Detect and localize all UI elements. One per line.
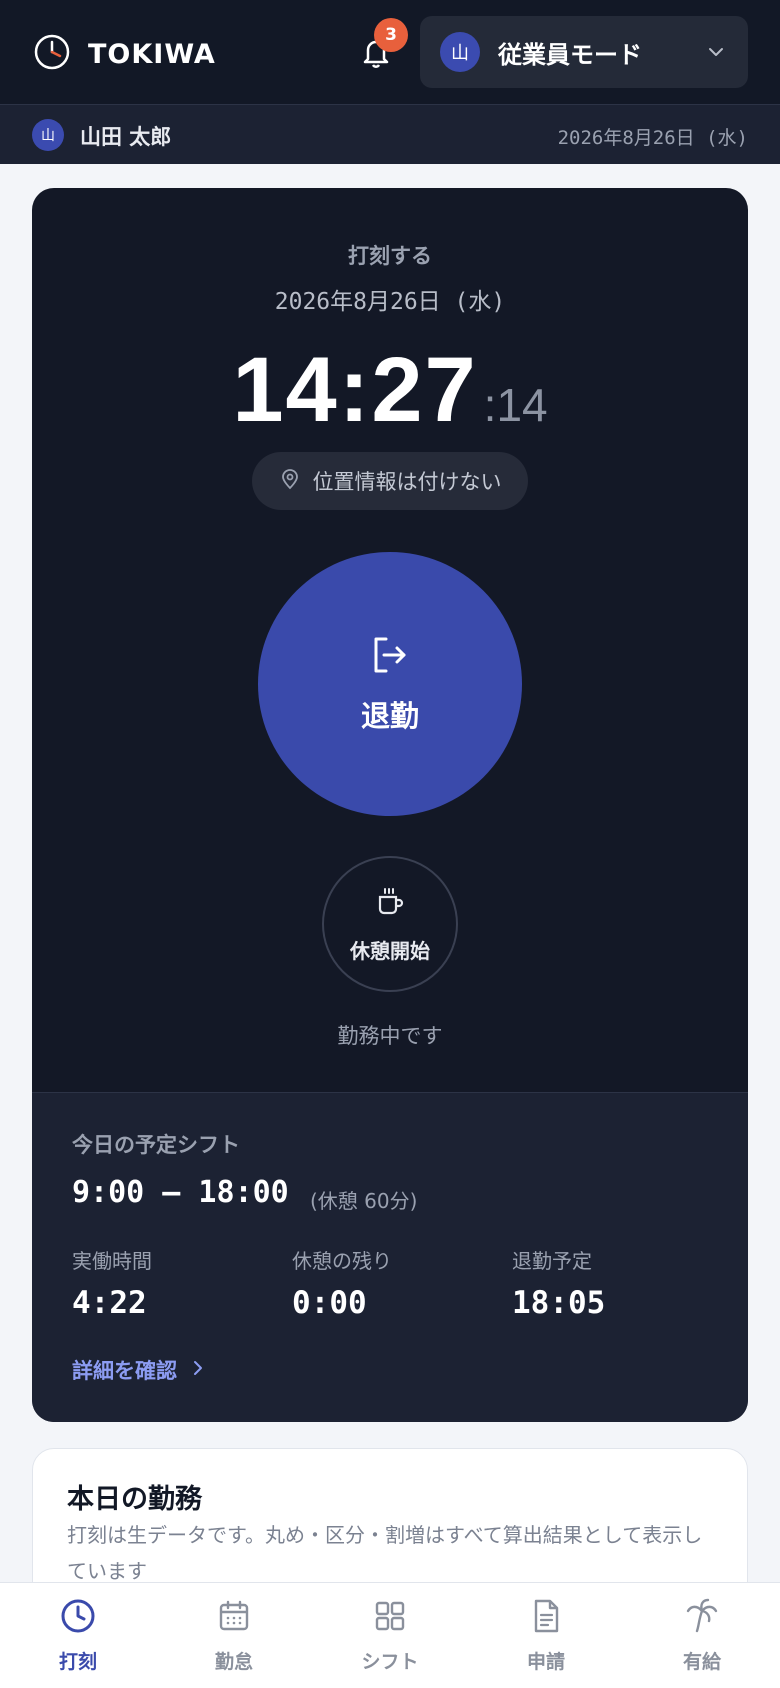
clock-hours-minutes: 14:27 [232, 339, 478, 441]
work-status: 勤務中です [337, 1024, 443, 1048]
stat-label-planned-clock-out: 退勤予定 [512, 1249, 592, 1273]
stat-label-worked: 実働時間 [72, 1249, 152, 1273]
stat-label-break-remaining: 休憩の残り [292, 1249, 392, 1273]
chevron-right-icon [177, 1358, 207, 1382]
user-name: 山田 太郎 [80, 125, 172, 149]
coffee-cup-icon [374, 885, 406, 921]
mode-avatar: 山 [440, 32, 480, 72]
calendar-icon [215, 1597, 253, 1639]
today-description: 打刻は生データです。丸め・区分・割増はすべて算出結果として表示しています [67, 1523, 703, 1583]
break-start-label: 休憩開始 [350, 938, 430, 963]
avatar: 山 [32, 119, 64, 151]
clock-out-label: 退勤 [360, 699, 419, 733]
nav-item-paid-leave[interactable]: 有給 [642, 1597, 762, 1674]
app-logo[interactable]: TOKIWA [32, 32, 216, 76]
palm-tree-icon [683, 1597, 721, 1639]
detail-link-label: 詳細を確認 [72, 1359, 177, 1383]
bottom-navigation: 打刻 勤怠 シフト 申請 有給 [0, 1582, 780, 1688]
nav-label-requests: 申請 [526, 1651, 565, 1673]
break-start-button[interactable]: 休憩開始 [322, 856, 458, 992]
stat-value-break-remaining: 0:00 [292, 1285, 367, 1321]
grid-icon [371, 1597, 409, 1639]
shift-title: 今日の予定シフト [72, 1133, 240, 1157]
shift-time-range: 9:00 – 18:00 [72, 1175, 289, 1210]
clock-seconds: :14 [483, 379, 548, 431]
nav-item-punch[interactable]: 打刻 [18, 1597, 138, 1674]
nav-item-requests[interactable]: 申請 [486, 1597, 606, 1674]
shift-break-info: (休憩 60分) [310, 1189, 418, 1213]
location-toggle-button[interactable]: 位置情報は付けない [252, 452, 528, 510]
punch-date: 2026年8月26日 (水) [274, 289, 506, 315]
notification-count-badge: 3 [374, 18, 408, 52]
punch-card: 打刻する 2026年8月26日 (水) 14:27:14 位置情報は付けない 退… [32, 188, 748, 1422]
nav-label-shift: シフト [361, 1651, 419, 1673]
app-name: TOKIWA [88, 38, 216, 70]
clock-out-button[interactable]: 退勤 [258, 552, 522, 816]
top-app-bar: TOKIWA 3 山 従業員モード [0, 0, 780, 104]
stat-value-worked: 4:22 [72, 1285, 147, 1321]
sign-out-icon [368, 633, 412, 681]
user-info-bar: 山 山田 太郎 2026年8月26日 (水) [0, 104, 780, 164]
bell-icon [356, 40, 396, 76]
mode-label: 従業員モード [498, 40, 642, 69]
mode-switcher-dropdown[interactable]: 山 従業員モード [420, 16, 748, 88]
shift-panel: 今日の予定シフト 9:00 – 18:00 (休憩 60分) 実働時間 4:22… [32, 1092, 748, 1422]
nav-label-paid-leave: 有給 [682, 1651, 721, 1673]
nav-item-shift[interactable]: シフト [330, 1597, 450, 1674]
today-title: 本日の勤務 [67, 1484, 202, 1515]
document-icon [527, 1597, 565, 1639]
location-label: 位置情報は付けない [312, 470, 502, 494]
clock-logo-icon [32, 32, 72, 76]
chevron-down-icon [706, 42, 726, 62]
view-details-link[interactable]: 詳細を確認 [72, 1355, 207, 1385]
clock-icon [59, 1597, 97, 1639]
nav-label-attendance: 勤怠 [214, 1651, 253, 1673]
nav-item-attendance[interactable]: 勤怠 [174, 1597, 294, 1674]
stat-value-planned-clock-out: 18:05 [512, 1285, 606, 1321]
nav-label-punch: 打刻 [58, 1651, 97, 1673]
punch-title: 打刻する [348, 244, 432, 268]
map-pin-icon [279, 468, 313, 494]
digital-clock: 14:27:14 [32, 338, 748, 443]
current-date: 2026年8月26日 (水) [557, 127, 748, 149]
